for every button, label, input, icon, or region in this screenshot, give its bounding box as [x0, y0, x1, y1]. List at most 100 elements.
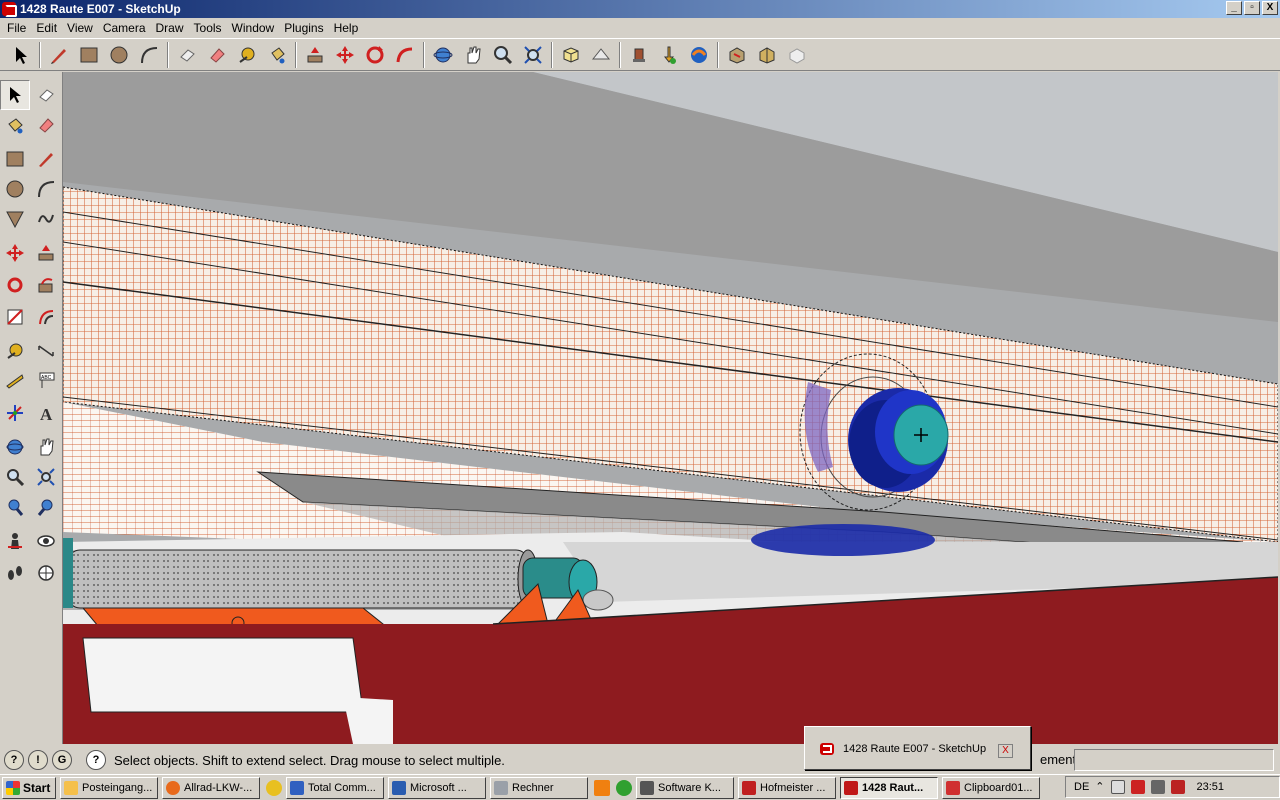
- task-sketchup[interactable]: 1428 Raut...: [840, 776, 938, 799]
- sketchup-app-icon[interactable]: [2, 2, 17, 17]
- circle-icon[interactable]: [104, 40, 134, 70]
- pan-icon[interactable]: [458, 40, 488, 70]
- 3d-text-tool-icon[interactable]: A: [31, 398, 61, 428]
- menu-help[interactable]: Help: [329, 21, 364, 35]
- task-software[interactable]: Software K...: [636, 776, 734, 799]
- quicklaunch-icon[interactable]: [266, 779, 282, 796]
- tape-measure-tool-icon[interactable]: [0, 336, 30, 366]
- push-pull-icon[interactable]: [300, 40, 330, 70]
- get-models-icon[interactable]: [654, 40, 684, 70]
- section-plane-tool-icon[interactable]: [31, 558, 61, 588]
- menu-view[interactable]: View: [62, 21, 98, 35]
- zoom-icon[interactable]: [488, 40, 518, 70]
- line-tool-icon[interactable]: [31, 144, 61, 174]
- rectangle-icon[interactable]: [74, 40, 104, 70]
- follow-me-icon[interactable]: [390, 40, 420, 70]
- language-indicator[interactable]: DE: [1074, 781, 1089, 793]
- move-tool-icon[interactable]: [0, 238, 30, 268]
- scale-tool-icon[interactable]: [0, 302, 30, 332]
- arc-tool-icon[interactable]: [31, 174, 61, 204]
- tray-expand-icon[interactable]: ⌃: [1095, 780, 1104, 794]
- menu-camera[interactable]: Camera: [98, 21, 151, 35]
- 3d-warehouse-icon[interactable]: [722, 40, 752, 70]
- paint-tool-icon[interactable]: [0, 110, 30, 140]
- orbit-tool-icon[interactable]: [0, 432, 30, 462]
- rotate-tool-icon[interactable]: [0, 270, 30, 300]
- text-tool-icon[interactable]: ABC: [31, 366, 61, 396]
- rectangle-tool-icon[interactable]: [0, 144, 30, 174]
- add-location-icon[interactable]: [752, 40, 782, 70]
- protractor-tool-icon[interactable]: [0, 366, 30, 396]
- credits-icon[interactable]: !: [28, 750, 48, 770]
- tape-measure-icon[interactable]: [232, 40, 262, 70]
- look-around-tool-icon[interactable]: [31, 526, 61, 556]
- toggle-terrain-icon[interactable]: [782, 40, 812, 70]
- menu-tools[interactable]: Tools: [189, 21, 227, 35]
- follow-me-tool-icon[interactable]: [31, 270, 61, 300]
- paint-bucket-icon[interactable]: [262, 40, 292, 70]
- model-viewport[interactable]: [63, 72, 1278, 744]
- zoom-extents-icon[interactable]: [518, 40, 548, 70]
- start-label: Start: [23, 780, 51, 795]
- iso-view-icon[interactable]: [556, 40, 586, 70]
- task-total-commander[interactable]: Total Comm...: [286, 776, 384, 799]
- previous-view-tool-icon[interactable]: [0, 492, 30, 522]
- popup-close-button[interactable]: X: [998, 744, 1013, 758]
- task-rechner[interactable]: Rechner: [490, 776, 588, 799]
- select-tool-icon[interactable]: [0, 80, 30, 110]
- eraser-pink-tool-icon[interactable]: [31, 110, 61, 140]
- components-icon[interactable]: [624, 40, 654, 70]
- pencil-icon[interactable]: [44, 40, 74, 70]
- move-icon[interactable]: [330, 40, 360, 70]
- position-camera-tool-icon[interactable]: [0, 526, 30, 556]
- flag-icon[interactable]: [1110, 780, 1125, 794]
- help-icon[interactable]: ?: [86, 750, 106, 770]
- orbit-icon[interactable]: [428, 40, 458, 70]
- walk-tool-icon[interactable]: [0, 558, 30, 588]
- zoom-window-tool-icon[interactable]: [31, 462, 61, 492]
- zoom-tool-icon[interactable]: [0, 462, 30, 492]
- task-clipboard[interactable]: Clipboard01...: [942, 776, 1040, 799]
- rotate-icon[interactable]: [360, 40, 390, 70]
- menu-plugins[interactable]: Plugins: [279, 21, 328, 35]
- status-bar: ? ! G ? Select objects. Shift to extend …: [0, 746, 1280, 774]
- taskbar-preview-popup[interactable]: 1428 Raute E007 - SketchUp X: [804, 726, 1031, 770]
- freehand-tool-icon[interactable]: [31, 204, 61, 234]
- network-icon[interactable]: [1150, 780, 1165, 794]
- task-posteingang[interactable]: Posteingang...: [60, 776, 158, 799]
- share-model-icon[interactable]: [684, 40, 714, 70]
- menu-edit[interactable]: Edit: [31, 21, 62, 35]
- polygon-tool-icon[interactable]: [0, 204, 30, 234]
- menu-draw[interactable]: Draw: [151, 21, 189, 35]
- menu-file[interactable]: File: [2, 21, 31, 35]
- offset-tool-icon[interactable]: [31, 302, 61, 332]
- measurements-box[interactable]: [1074, 749, 1274, 771]
- task-microsoft-word[interactable]: Microsoft ...: [388, 776, 486, 799]
- eraser-pink-icon[interactable]: [202, 40, 232, 70]
- eraser-icon[interactable]: [172, 40, 202, 70]
- top-view-icon[interactable]: [586, 40, 616, 70]
- pan-tool-icon[interactable]: [31, 432, 61, 462]
- push-pull-tool-icon[interactable]: [31, 238, 61, 268]
- svg-text:A: A: [40, 405, 53, 422]
- vlc-icon[interactable]: [594, 779, 610, 796]
- arc-icon[interactable]: [134, 40, 164, 70]
- restore-button[interactable]: ▫: [1244, 1, 1260, 15]
- eraser-tool-icon[interactable]: [31, 80, 61, 110]
- volume-muted-icon[interactable]: [1170, 780, 1185, 794]
- task-hofmeister[interactable]: Hofmeister ...: [738, 776, 836, 799]
- geo-location-icon[interactable]: ?: [4, 750, 24, 770]
- security-icon[interactable]: [1130, 780, 1145, 794]
- next-view-tool-icon[interactable]: [31, 492, 61, 522]
- minimize-button[interactable]: _: [1226, 1, 1242, 15]
- task-allrad-lkw[interactable]: Allrad-LKW-...: [162, 776, 260, 799]
- close-button[interactable]: X: [1262, 1, 1278, 15]
- circle-tool-icon[interactable]: [0, 174, 30, 204]
- green-app-icon[interactable]: [616, 779, 632, 796]
- axes-tool-icon[interactable]: [0, 398, 30, 428]
- user-icon[interactable]: G: [52, 750, 72, 770]
- select-icon[interactable]: [6, 40, 36, 70]
- dimension-tool-icon[interactable]: [31, 336, 61, 366]
- start-button[interactable]: Start: [2, 776, 56, 799]
- menu-window[interactable]: Window: [227, 21, 280, 35]
